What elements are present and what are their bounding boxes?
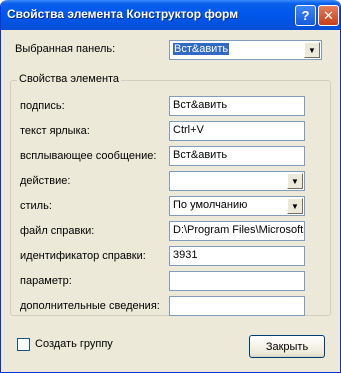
extra-info-field[interactable]: [169, 296, 305, 316]
action-dropdown[interactable]: ▼: [169, 171, 305, 191]
close-icon: ✕: [323, 7, 334, 23]
create-group-label[interactable]: Создать группу: [35, 338, 113, 350]
create-group-checkbox[interactable]: [17, 338, 30, 351]
caption-label: подпись:: [20, 100, 65, 112]
tooltip-field[interactable]: Вст&авить: [169, 146, 305, 166]
selected-panel-value: Вст&авить: [173, 43, 230, 55]
help-id-field[interactable]: 3931: [169, 246, 305, 266]
chevron-down-icon: ▼: [287, 198, 303, 214]
help-icon: ?: [301, 8, 310, 23]
tooltip-label: всплывающее сообщение:: [20, 150, 157, 162]
shortcut-label: текст ярлыка:: [20, 125, 90, 137]
style-dropdown[interactable]: По умолчанию ▼: [169, 196, 305, 216]
title-bar[interactable]: Свойства элемента Конструктор форм ? ✕: [1, 0, 340, 30]
help-button[interactable]: ?: [295, 5, 316, 26]
close-button[interactable]: Закрыть: [249, 335, 325, 358]
help-id-label: идентификатор справки:: [20, 250, 146, 262]
window-title: Свойства элемента Конструктор форм: [7, 7, 239, 21]
close-button-label: Закрыть: [265, 340, 309, 353]
help-file-field[interactable]: D:\Program Files\Microsoft O: [169, 221, 305, 241]
style-label: стиль:: [20, 200, 52, 212]
extra-info-label: дополнительные сведения:: [20, 300, 160, 312]
parameter-label: параметр:: [20, 275, 72, 287]
chevron-down-icon: ▼: [304, 42, 320, 58]
chevron-down-icon: ▼: [287, 173, 303, 189]
selected-panel-label: Выбранная панель:: [15, 43, 116, 55]
close-window-button[interactable]: ✕: [318, 5, 339, 26]
parameter-field[interactable]: [169, 271, 305, 291]
selected-panel-dropdown[interactable]: Вст&авить ▼: [169, 40, 322, 60]
style-value: По умолчанию: [173, 199, 248, 211]
caption-field[interactable]: Вст&авить: [169, 96, 305, 116]
action-label: действие:: [20, 175, 71, 187]
shortcut-field[interactable]: Ctrl+V: [169, 121, 305, 141]
help-file-label: файл справки:: [20, 225, 95, 237]
properties-dialog: Свойства элемента Конструктор форм ? ✕ В…: [0, 0, 341, 373]
group-title: Свойства элемента: [17, 73, 122, 85]
